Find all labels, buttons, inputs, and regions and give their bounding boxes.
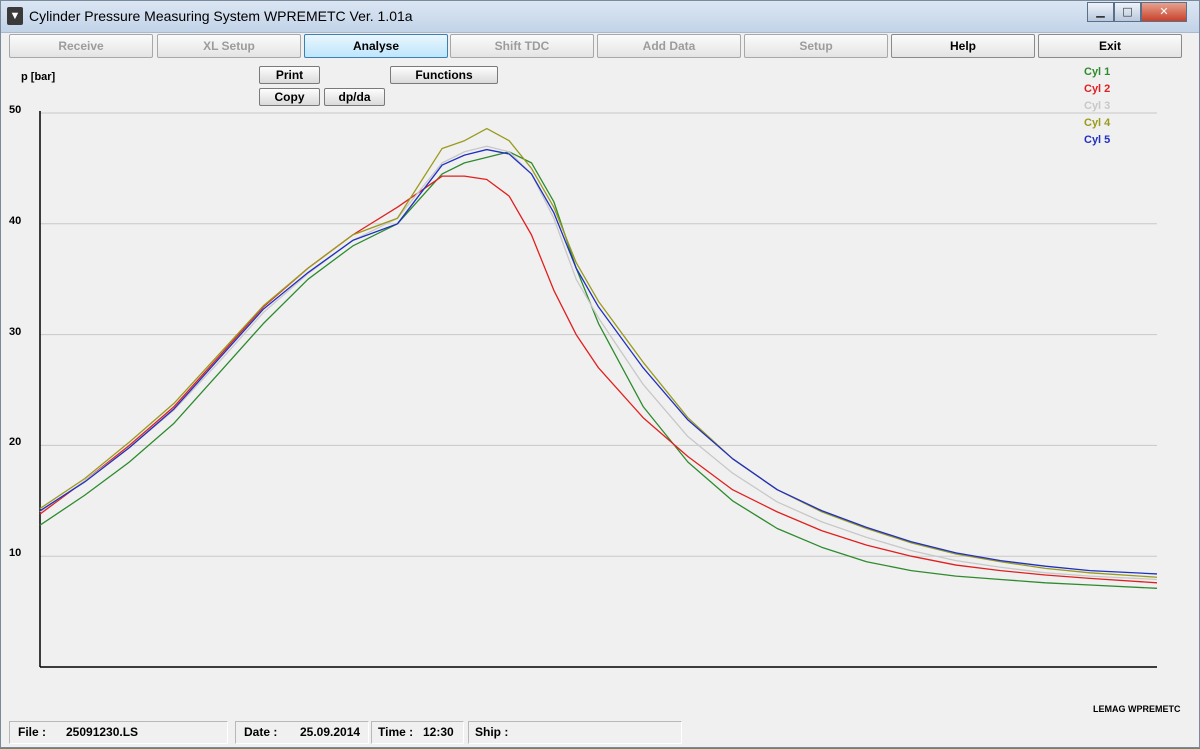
- ship-label: Ship :: [475, 725, 509, 739]
- file-value: 25091230.LS: [66, 725, 139, 739]
- pressure-chart: [39, 111, 1158, 668]
- status-file: File : 25091230.LS: [9, 721, 228, 744]
- brand-label: LEMAG WPREMETC: [1093, 704, 1181, 714]
- date-label: Date :: [244, 725, 278, 739]
- file-label: File :: [18, 725, 47, 739]
- series-line-cyl-2: [39, 175, 1158, 584]
- date-value: 25.09.2014: [300, 725, 361, 739]
- series-line-cyl-4: [39, 127, 1158, 578]
- series-line-cyl-3: [39, 145, 1158, 581]
- time-value: 12:30: [423, 725, 454, 739]
- status-date: Date : 25.09.2014: [235, 721, 369, 744]
- main-window: ▼ Cylinder Pressure Measuring System WPR…: [0, 0, 1200, 748]
- status-time: Time : 12:30: [371, 721, 464, 744]
- series-line-cyl-5: [39, 148, 1158, 575]
- status-ship: Ship :: [468, 721, 682, 744]
- time-label: Time :: [378, 725, 414, 739]
- status-bar: File : 25091230.LS Date : 25.09.2014 Tim…: [9, 721, 1193, 744]
